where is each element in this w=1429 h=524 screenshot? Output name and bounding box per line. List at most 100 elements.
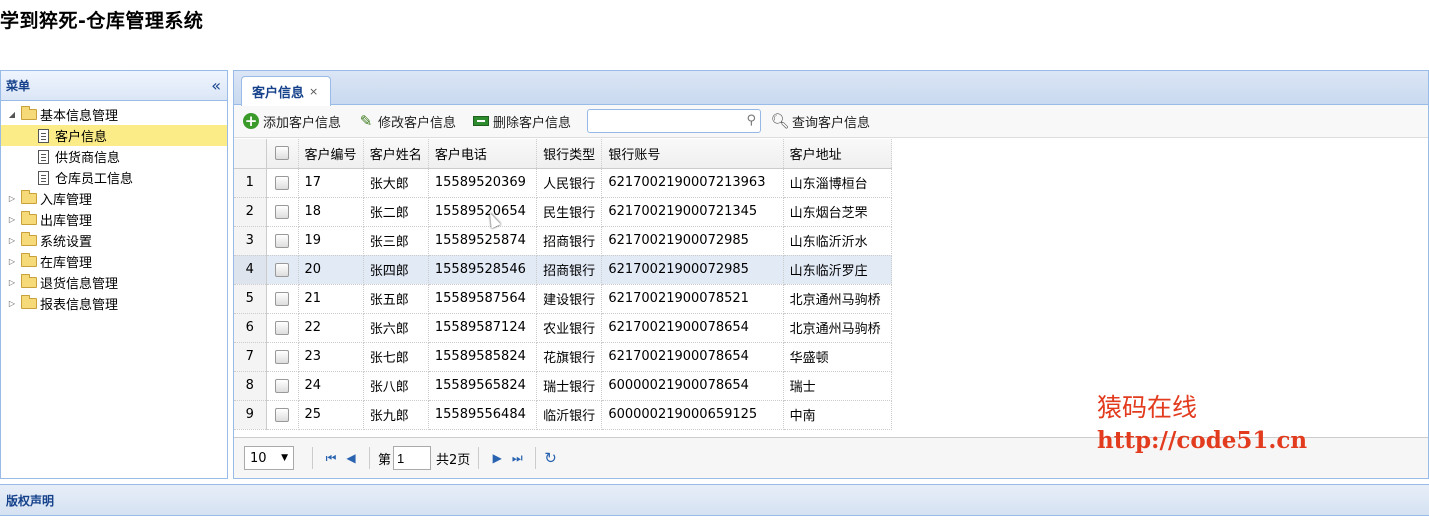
menu-item[interactable]: 供货商信息 xyxy=(1,146,227,167)
cell-account: 621700219000721345 xyxy=(601,197,784,227)
next-page-icon[interactable]: ▶ xyxy=(487,451,507,465)
cell-account: 62170021900078654 xyxy=(601,342,784,372)
cell-id: 21 xyxy=(298,284,364,314)
watermark-url: http://code51.cn xyxy=(1097,427,1308,454)
total-pages-label: 共2页 xyxy=(436,452,471,468)
page-size-select[interactable]: 10 ▼ xyxy=(244,446,294,470)
row-number: 8 xyxy=(234,371,267,401)
delete-customer-button[interactable]: 删除客户信息 xyxy=(472,112,571,131)
cell-phone: 15589587124 xyxy=(428,313,538,343)
menu-item[interactable]: ▷ 报表信息管理 xyxy=(1,293,227,314)
page-prefix-label: 第 xyxy=(378,452,392,468)
last-page-icon[interactable]: ⏭ xyxy=(507,451,527,466)
table-row[interactable]: 5 21 张五郎 15589587564 建设银行 62170021900078521 北京… xyxy=(234,284,893,314)
menu-item[interactable]: ▷ 出库管理 xyxy=(1,209,227,230)
cell-name: 张七郎 xyxy=(363,342,429,372)
cell-name: 张大郎 xyxy=(363,168,429,198)
table-row[interactable]: 6 22 张六郎 15589587124 农业银行 62170021900078654 北京… xyxy=(234,313,893,343)
row-checkbox[interactable] xyxy=(266,255,299,285)
menu-item-label: 仓库员工信息 xyxy=(55,172,134,187)
collapsed-arrow-icon[interactable]: ▷ xyxy=(5,194,19,203)
row-checkbox[interactable] xyxy=(266,400,299,430)
cell-name: 张二郎 xyxy=(363,197,429,227)
menu-panel: 菜单 « ◢ 基本信息管理 客户信息供货商信息仓库员工信息 ▷ 入库管理 ▷ 出库管理 ▷ 系统… xyxy=(0,70,228,479)
add-customer-button[interactable]: + 添加客户信息 xyxy=(242,112,341,131)
select-all-checkbox[interactable] xyxy=(266,139,299,169)
query-customer-button[interactable]: 🔍︎ 查询客户信息 xyxy=(771,112,871,131)
customer-grid: 客户编号 客户姓名 客户电话 银行类型 银行账号 客户地址 1 17 张大郎 1558… xyxy=(234,139,893,430)
watermark-name: 猿码在线 xyxy=(1097,393,1198,422)
page-number-input[interactable] xyxy=(393,446,432,470)
collapsed-arrow-icon[interactable]: ▷ xyxy=(5,236,19,245)
row-checkbox[interactable] xyxy=(266,226,299,256)
cell-name: 张六郎 xyxy=(363,313,429,343)
collapsed-arrow-icon[interactable]: ▷ xyxy=(5,215,19,224)
row-number: 1 xyxy=(234,168,267,198)
cell-address: 中南 xyxy=(783,400,893,430)
tab-customer-info[interactable]: 客户信息 × xyxy=(241,76,331,106)
add-customer-label: 添加客户信息 xyxy=(263,115,342,131)
column-header[interactable]: 客户编号 xyxy=(298,139,364,169)
menu-item-label: 供货商信息 xyxy=(55,151,121,166)
toolbar: + 添加客户信息 ✎ 修改客户信息 删除客户信息 ⚲ 🔍︎ 查询客户信息 xyxy=(234,105,1428,138)
menu-item[interactable]: ◢ 基本信息管理 xyxy=(1,104,227,125)
table-row[interactable]: 3 19 张三郎 15589525874 招商银行 62170021900072985 山东… xyxy=(234,226,893,256)
menu-item[interactable]: ▷ 在库管理 xyxy=(1,251,227,272)
cell-bank: 民生银行 xyxy=(536,197,603,227)
menu-item[interactable]: ▷ 入库管理 xyxy=(1,188,227,209)
row-checkbox[interactable] xyxy=(266,284,299,314)
table-row[interactable]: 7 23 张七郎 15589585824 花旗银行 62170021900078654 华盛… xyxy=(234,342,893,372)
menu-item[interactable]: 仓库员工信息 xyxy=(1,167,227,188)
table-row[interactable]: 2 18 张二郎 15589520654 民生银行 621700219000721345 山… xyxy=(234,197,893,227)
row-checkbox[interactable] xyxy=(266,371,299,401)
row-number-header xyxy=(234,139,267,169)
column-header[interactable]: 银行类型 xyxy=(536,139,603,169)
cell-account: 62170021900078654 xyxy=(601,313,784,343)
row-checkbox[interactable] xyxy=(266,342,299,372)
pencil-icon: ✎ xyxy=(359,112,373,130)
add-icon: + xyxy=(243,112,259,130)
menu-item[interactable]: ▷ 退货信息管理 xyxy=(1,272,227,293)
prev-page-icon[interactable]: ◀ xyxy=(341,451,361,465)
row-checkbox[interactable] xyxy=(266,197,299,227)
edit-customer-button[interactable]: ✎ 修改客户信息 xyxy=(357,112,456,131)
file-icon xyxy=(38,170,49,185)
table-row[interactable]: 8 24 张八郎 15589565824 瑞士银行 60000021900078654 瑞士 xyxy=(234,371,893,401)
menu-item[interactable]: ▷ 系统设置 xyxy=(1,230,227,251)
row-checkbox[interactable] xyxy=(266,313,299,343)
tabs-header: 客户信息 × xyxy=(234,71,1428,106)
cell-bank: 瑞士银行 xyxy=(536,371,603,401)
first-page-icon[interactable]: ⏮ xyxy=(321,451,341,466)
cell-id: 19 xyxy=(298,226,364,256)
separator xyxy=(369,447,370,469)
close-icon[interactable]: × xyxy=(309,85,318,98)
cell-id: 17 xyxy=(298,168,364,198)
collapsed-arrow-icon[interactable]: ▷ xyxy=(5,278,19,287)
menu-item[interactable]: 客户信息 xyxy=(1,125,227,146)
column-header[interactable]: 客户电话 xyxy=(428,139,538,169)
collapsed-arrow-icon[interactable]: ▷ xyxy=(5,299,19,308)
collapsed-arrow-icon[interactable]: ▷ xyxy=(5,257,19,266)
cell-bank: 招商银行 xyxy=(536,255,603,285)
table-row[interactable]: 9 25 张九郎 15589556484 临沂银行 600000219000659125 中… xyxy=(234,400,893,430)
table-row[interactable]: 1 17 张大郎 15589520369 人民银行 6217002190007213963… xyxy=(234,168,893,198)
menu-title: 菜单 xyxy=(6,79,31,93)
column-header[interactable]: 客户姓名 xyxy=(363,139,429,169)
column-header[interactable]: 银行账号 xyxy=(601,139,784,169)
separator xyxy=(535,447,537,469)
search-input[interactable] xyxy=(588,110,739,132)
search-icon[interactable]: ⚲ xyxy=(747,113,757,128)
table-row[interactable]: 4 20 张四郎 15589528546 招商银行 62170021900072985 山东… xyxy=(234,255,893,285)
expanded-arrow-icon[interactable]: ◢ xyxy=(5,110,19,119)
row-number: 4 xyxy=(234,255,267,285)
row-number: 9 xyxy=(234,400,267,430)
refresh-icon[interactable]: ↻ xyxy=(544,449,557,467)
row-checkbox[interactable] xyxy=(266,168,299,198)
column-header[interactable]: 客户地址 xyxy=(783,139,893,169)
cell-name: 张五郎 xyxy=(363,284,429,314)
cell-phone: 15589520654 xyxy=(428,197,538,227)
collapse-icon[interactable]: « xyxy=(211,76,221,95)
row-number: 6 xyxy=(234,313,267,343)
watermark: 猿码在线 http://code51.cn xyxy=(1097,388,1307,454)
cell-name: 张八郎 xyxy=(363,371,429,401)
